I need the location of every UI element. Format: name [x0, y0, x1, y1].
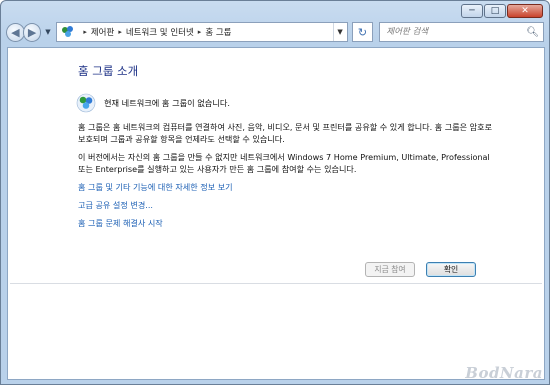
- search-input[interactable]: [386, 27, 527, 37]
- homegroup-icon: [76, 93, 96, 113]
- advanced-sharing-link[interactable]: 고급 공유 설정 변경...: [78, 200, 153, 211]
- breadcrumb-control-panel[interactable]: 제어판: [91, 26, 114, 38]
- search-box[interactable]: 🔍︎: [379, 22, 545, 42]
- search-icon[interactable]: 🔍︎: [526, 27, 539, 38]
- description-paragraph: 홈 그룹은 홈 네트워크의 컴퓨터를 연결하여 사진, 음악, 비디오, 문서 …: [78, 122, 493, 144]
- troubleshooter-link[interactable]: 홈 그룹 문제 해결사 시작: [78, 218, 163, 229]
- status-text: 현재 네트워크에 홈 그룹이 없습니다.: [104, 98, 231, 108]
- breadcrumb-network-internet[interactable]: 네트워크 및 인터넷: [126, 26, 194, 38]
- close-button[interactable]: ✕: [507, 4, 543, 18]
- window-frame: ─ □ ✕ ◀ ▶ ▼ ▸ 제어판 ▸ 네트워크 및 인터넷 ▸ 홈 그룹 ▼ …: [0, 0, 550, 385]
- refresh-button[interactable]: ↻: [351, 22, 374, 42]
- minimize-button[interactable]: ─: [461, 4, 483, 18]
- breadcrumb-homegroup[interactable]: 홈 그룹: [205, 26, 231, 38]
- breadcrumb-separator: ▸: [83, 28, 87, 36]
- refresh-icon: ↻: [357, 25, 368, 39]
- recent-pages-dropdown[interactable]: ▼: [43, 28, 52, 36]
- back-button[interactable]: ◀: [6, 22, 25, 42]
- status-row: 현재 네트워크에 홈 그룹이 없습니다.: [76, 93, 230, 113]
- control-panel-icon: [62, 26, 74, 37]
- ok-button[interactable]: 확인: [426, 262, 476, 277]
- page-title: 홈 그룹 소개: [78, 64, 139, 78]
- breadcrumb-separator[interactable]: ▸: [198, 28, 202, 36]
- more-info-link[interactable]: 홈 그룹 및 기타 기능에 대한 자세한 정보 보기: [78, 182, 233, 193]
- watermark-logo: BodNara: [465, 364, 543, 382]
- maximize-button[interactable]: □: [484, 4, 506, 18]
- main-content: 홈 그룹 소개 현재 네트워크에 홈 그룹이 없습니다. 홈 그룹은 홈 네트워…: [7, 47, 545, 380]
- join-now-button[interactable]: 지금 참여: [365, 262, 415, 277]
- forward-button[interactable]: ▶: [22, 22, 42, 42]
- footer-divider: [10, 283, 542, 284]
- address-bar[interactable]: ▸ 제어판 ▸ 네트워크 및 인터넷 ▸ 홈 그룹 ▼: [56, 22, 348, 42]
- navigation-bar: ◀ ▶ ▼ ▸ 제어판 ▸ 네트워크 및 인터넷 ▸ 홈 그룹 ▼ ↻ 🔍︎: [6, 19, 545, 45]
- address-dropdown[interactable]: ▼: [332, 23, 347, 41]
- breadcrumb-separator[interactable]: ▸: [118, 28, 122, 36]
- window-controls: ─ □ ✕: [461, 4, 543, 18]
- edition-note-paragraph: 이 버전에서는 자신의 홈 그룹을 만들 수 없지만 네트워크에서 Window…: [78, 152, 490, 174]
